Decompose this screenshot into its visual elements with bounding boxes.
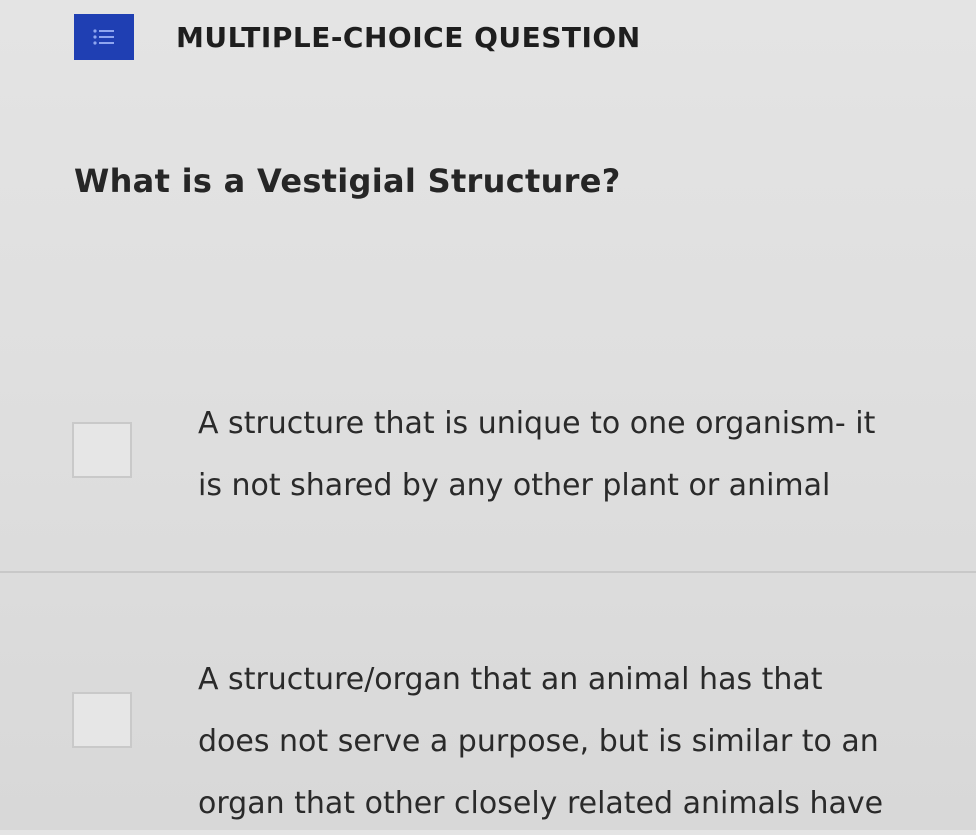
- answer-option-1[interactable]: A structure that is unique to one organi…: [0, 395, 976, 570]
- question-text: What is a Vestigial Structure?: [74, 162, 621, 200]
- answer-text-line: does not serve a purpose, but is similar…: [198, 724, 879, 759]
- answer-text-2[interactable]: A structure/organ that an animal has tha…: [198, 649, 968, 835]
- list-icon: [74, 14, 134, 60]
- answer-checkbox-2[interactable]: [72, 692, 132, 748]
- answer-text-line: is not shared by any other plant or anim…: [198, 468, 831, 503]
- question-type-label: MULTIPLE-CHOICE QUESTION: [176, 20, 641, 54]
- answer-option-2[interactable]: A structure/organ that an animal has tha…: [0, 640, 976, 830]
- answer-text-line: organ that other closely related animals…: [198, 786, 884, 821]
- answer-text-line: A structure/organ that an animal has tha…: [198, 662, 823, 697]
- answer-text-line: A structure that is unique to one organi…: [198, 406, 876, 441]
- answer-text-1[interactable]: A structure that is unique to one organi…: [198, 393, 968, 517]
- answer-checkbox-1[interactable]: [72, 422, 132, 478]
- question-header: MULTIPLE-CHOICE QUESTION: [74, 14, 641, 60]
- option-divider: [0, 571, 976, 573]
